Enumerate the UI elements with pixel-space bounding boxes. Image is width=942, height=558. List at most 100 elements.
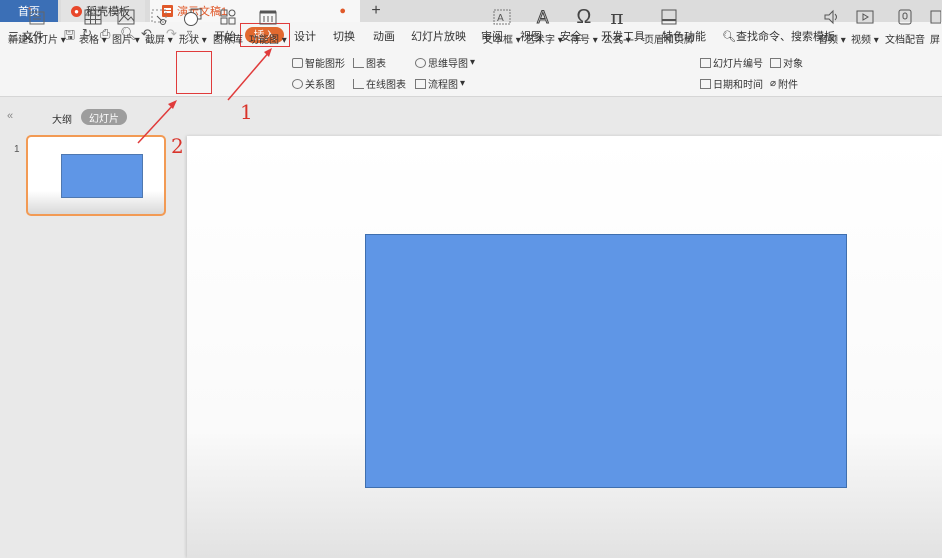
smart-art-label: 智能图形 — [305, 59, 345, 70]
blue-rectangle-shape[interactable] — [365, 234, 847, 488]
table-button[interactable]: 表格 ▾ — [79, 6, 107, 46]
slide-number-button[interactable]: 幻灯片编号 — [700, 55, 763, 70]
symbol-button[interactable]: Ω 符号 ▾ — [570, 5, 598, 47]
object-button[interactable]: 对象 — [770, 55, 803, 70]
calendar-icon — [700, 78, 711, 89]
slide-thumbnail[interactable] — [26, 135, 166, 216]
new-tab-button[interactable]: + — [366, 0, 386, 22]
video-button[interactable]: 视频 ▾ — [851, 6, 879, 46]
date-time-label: 日期和时间 — [713, 80, 763, 91]
header-footer-button[interactable]: 页眉和页脚 — [644, 6, 694, 46]
smart-art-icon — [292, 57, 303, 68]
textbox-icon: A — [492, 6, 512, 28]
formula-label: 公式 — [603, 35, 623, 46]
wordart-button[interactable]: A 艺术字 ▾ — [525, 6, 563, 47]
online-chart-button[interactable]: 在线图表 — [353, 76, 406, 91]
header-footer-icon — [660, 6, 678, 28]
video-label: 视频 — [851, 35, 871, 46]
collapse-panel-icon[interactable]: « — [7, 110, 13, 122]
textbox-label: 文本框 — [483, 35, 513, 46]
function-chart-icon — [257, 6, 279, 28]
menu-design[interactable]: 设计 — [294, 28, 316, 44]
menu-slideshow[interactable]: 幻灯片放映 — [411, 28, 466, 44]
attachment-label: 附件 — [778, 80, 799, 91]
smart-art-button[interactable]: 智能图形 — [292, 55, 345, 70]
relation-label: 关系图 — [305, 80, 335, 91]
tab-outline[interactable]: 大纲 — [52, 111, 72, 126]
new-slide-label: 新建幻灯片 — [8, 35, 58, 46]
relation-chart-button[interactable]: 关系图 — [292, 76, 335, 91]
menu-animation[interactable]: 动画 — [373, 28, 395, 44]
textbox-button[interactable]: A 文本框 ▾ — [483, 6, 521, 46]
new-slide-button[interactable]: * 新建幻灯片 ▾ — [8, 6, 66, 46]
date-time-button[interactable]: 日期和时间 — [700, 76, 763, 91]
attachment-button[interactable]: ⌀ 附件 — [770, 76, 798, 91]
screenshot-button[interactable]: 截屏 ▾ — [145, 6, 173, 46]
mindmap-icon — [415, 57, 426, 68]
picture-button[interactable]: 图片 ▾ — [112, 6, 140, 46]
thumbnail-rectangle-shape — [61, 154, 143, 198]
icon-library-icon — [218, 6, 238, 28]
table-icon — [83, 6, 103, 28]
function-chart-label: 功能图 — [249, 35, 279, 46]
screen-icon — [929, 6, 941, 28]
flowchart-label: 流程图 — [428, 80, 458, 91]
header-footer-label: 页眉和页脚 — [644, 35, 694, 46]
symbol-label: 符号 — [570, 35, 590, 46]
relation-icon — [292, 78, 303, 89]
svg-text:A: A — [497, 13, 504, 24]
paperclip-icon: ⌀ — [770, 78, 777, 89]
slide-number-icon — [700, 57, 711, 68]
function-chart-button[interactable]: 功能图 ▾ — [249, 6, 287, 46]
icon-library-label: 图标库 — [213, 35, 243, 46]
screen-record-button[interactable]: 屏 — [929, 6, 941, 46]
screenshot-label: 截屏 — [145, 35, 165, 46]
picture-label: 图片 — [112, 35, 132, 46]
table-label: 表格 — [79, 35, 99, 46]
wordart-label: 艺术字 — [525, 35, 555, 46]
picture-icon — [116, 6, 136, 28]
doc-dubbing-button[interactable]: 文档配音 — [885, 6, 925, 46]
step-2-label: 2 — [171, 134, 184, 158]
unsaved-indicator: ● — [339, 5, 346, 17]
shape-icon — [183, 6, 203, 28]
chart-button[interactable]: 图表 — [353, 55, 386, 70]
highlight-shape-box — [176, 51, 212, 94]
omega-icon: Ω — [576, 5, 592, 28]
flowchart-icon — [415, 78, 426, 89]
chart-label: 图表 — [366, 59, 386, 70]
wordart-icon: A — [534, 6, 554, 28]
online-chart-icon — [353, 78, 364, 89]
menu-bar: 三 文件 🖫 ↻ ⎙ 🔍︎ ↶ ↷ ▿ 开始 设计 切换 动画 幻灯片放映 审阅… — [0, 22, 942, 47]
svg-text:A: A — [537, 8, 549, 27]
object-label: 对象 — [783, 59, 803, 70]
icon-library-button[interactable]: 图标库 — [213, 6, 243, 46]
screen-record-label: 屏 — [930, 35, 940, 46]
object-icon — [770, 57, 781, 68]
step-1-label: 1 — [240, 100, 253, 124]
formula-button[interactable]: π 公式 ▾ — [603, 5, 631, 46]
audio-button[interactable]: 音频 ▾ — [818, 6, 846, 46]
doc-dubbing-label: 文档配音 — [885, 35, 925, 46]
slide-thumbnail-number: 1 — [14, 144, 20, 155]
chart-icon — [353, 57, 364, 68]
pi-icon: π — [610, 5, 624, 29]
scissors-icon — [149, 6, 169, 28]
title-bar: 首页 ● 稻壳模板 演示文稿1 ● + — [0, 0, 942, 22]
video-icon — [855, 6, 875, 28]
search-icon: 🔍︎ — [722, 31, 736, 43]
audio-label: 音频 — [818, 35, 838, 46]
svg-text:*: * — [28, 7, 31, 15]
flowchart-button[interactable]: 流程图 ▾ — [415, 76, 465, 91]
mindmap-button[interactable]: 思维导图 ▾ — [415, 55, 475, 70]
microphone-icon — [895, 6, 915, 28]
tab-slides[interactable]: 幻灯片 — [81, 109, 127, 125]
shape-button[interactable]: 形状 ▾ — [179, 6, 207, 46]
slide-number-label: 幻灯片编号 — [713, 59, 763, 70]
online-chart-label: 在线图表 — [366, 80, 406, 91]
mindmap-label: 思维导图 — [428, 59, 468, 70]
shape-label: 形状 — [179, 35, 199, 46]
menu-transition[interactable]: 切换 — [333, 28, 355, 44]
new-slide-icon: * — [27, 6, 47, 28]
speaker-icon — [822, 6, 842, 28]
